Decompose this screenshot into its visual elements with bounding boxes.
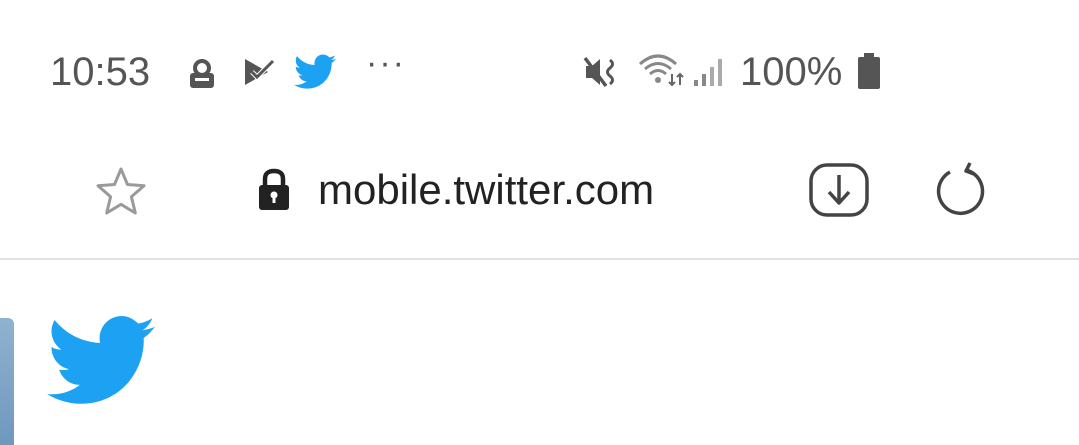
signal-icon — [694, 59, 722, 86]
status-time: 10:53 — [50, 50, 151, 94]
download-icon[interactable] — [808, 162, 870, 218]
account-lock-icon — [190, 59, 214, 88]
tasks-check-icon — [245, 59, 275, 85]
vibrate-mute-icon — [583, 56, 614, 88]
reload-icon[interactable] — [930, 160, 990, 220]
more-notifications-indicator: ··· — [366, 44, 406, 82]
twitter-bird-icon — [47, 316, 155, 404]
wifi-icon — [639, 54, 684, 87]
url-text[interactable]: mobile.twitter.com — [318, 166, 654, 214]
status-bar: 10:53 ··· 100% — [0, 0, 1079, 140]
twitter-bird-icon — [294, 54, 336, 89]
battery-percent: 100% — [740, 50, 843, 94]
battery-icon — [858, 53, 880, 89]
side-panel-edge[interactable] — [0, 318, 14, 445]
address-bar-divider — [0, 258, 1079, 260]
star-icon[interactable] — [94, 166, 148, 218]
lock-icon — [259, 168, 289, 210]
